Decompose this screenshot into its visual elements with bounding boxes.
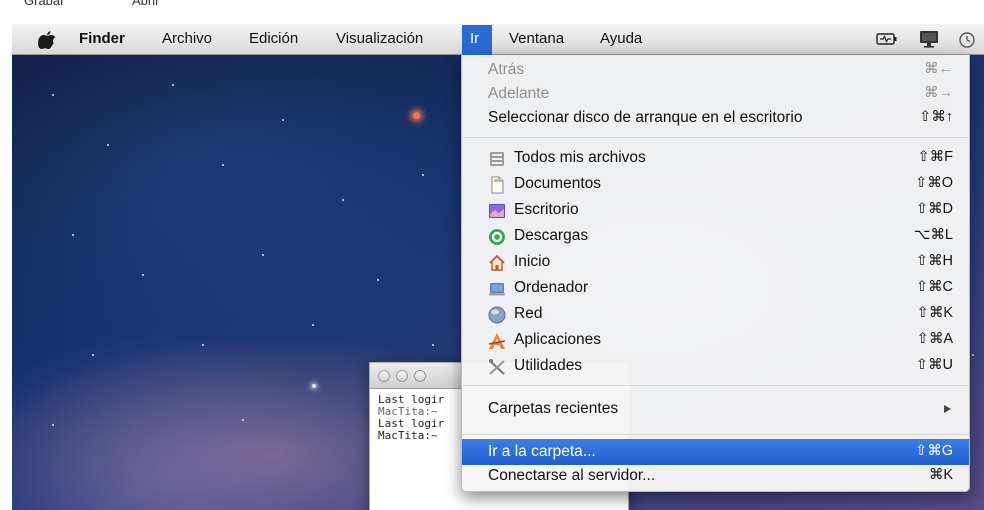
menu-item-shortcut: ⇧⌘K xyxy=(916,305,953,321)
menu-item-label: Utilidades xyxy=(514,357,583,374)
battery-icon[interactable] xyxy=(876,32,898,46)
menu-item-applications[interactable]: Aplicaciones ⇧⌘A xyxy=(462,327,969,353)
menu-item-shortcut: ⇧⌘O xyxy=(915,175,953,191)
menu-separator xyxy=(463,137,968,138)
menu-item-label: Conectarse al servidor... xyxy=(488,467,656,484)
menu-ayuda[interactable]: Ayuda xyxy=(600,30,642,47)
menu-item-shortcut: ⇧⌘F xyxy=(917,149,953,165)
utilities-icon xyxy=(489,359,505,375)
menu-item-documents[interactable]: Documentos ⇧⌘O xyxy=(462,171,969,197)
menu-item-label: Todos mis archivos xyxy=(514,149,646,166)
menu-item-shortcut: ⌘← xyxy=(924,61,953,77)
cropped-label-left: Grabar xyxy=(24,0,65,8)
menu-item-label: Ir a la carpeta... xyxy=(488,443,596,460)
all-files-icon xyxy=(490,152,504,166)
star xyxy=(262,254,264,256)
red-star xyxy=(413,112,420,119)
star xyxy=(72,234,74,236)
computer-icon xyxy=(489,283,505,296)
star xyxy=(242,419,244,421)
network-icon xyxy=(488,306,506,324)
menu-item-downloads[interactable]: Descargas ⌥⌘L xyxy=(462,223,969,249)
menu-item-shortcut: ⇧⌘A xyxy=(916,331,953,347)
menu-item-utilities[interactable]: Utilidades ⇧⌘U xyxy=(462,353,969,379)
menu-item-label: Escritorio xyxy=(514,201,579,218)
menu-item-shortcut: ⌥⌘L xyxy=(913,227,953,243)
zoom-button[interactable] xyxy=(414,370,426,382)
menu-item-shortcut: ⌘K xyxy=(928,467,953,483)
menu-item-label: Adelante xyxy=(488,85,550,102)
star xyxy=(202,344,204,346)
close-button[interactable] xyxy=(378,370,390,382)
menu-item-label: Red xyxy=(514,305,543,322)
menu-item-forward: Adelante ⌘→ xyxy=(462,81,969,107)
star xyxy=(312,324,314,326)
documents-icon xyxy=(491,176,504,194)
menu-item-shortcut: ⇧⌘U xyxy=(915,357,953,373)
apple-logo-icon[interactable] xyxy=(38,30,56,49)
cropped-top-strip: Grabar Abrir xyxy=(0,0,984,24)
star xyxy=(377,279,379,281)
menu-separator xyxy=(463,385,968,386)
display-icon[interactable] xyxy=(918,30,940,48)
menu-ventana[interactable]: Ventana xyxy=(509,30,564,47)
menu-bar: Finder Archivo Edición Visualización Ir … xyxy=(12,24,984,55)
menu-archivo[interactable]: Archivo xyxy=(162,30,212,47)
menu-item-label: Seleccionar disco de arranque en el escr… xyxy=(488,109,803,126)
star xyxy=(222,164,224,166)
star xyxy=(312,384,316,388)
menu-item-back: Atrás ⌘← xyxy=(462,57,969,83)
menu-item-label: Inicio xyxy=(514,253,551,270)
star xyxy=(972,354,974,356)
menu-item-shortcut: ⇧⌘H xyxy=(915,253,953,269)
menu-item-label: Carpetas recientes xyxy=(488,400,619,417)
desktop-icon xyxy=(489,204,505,218)
menu-separator xyxy=(463,434,968,435)
menu-finder[interactable]: Finder xyxy=(79,30,125,47)
menu-item-label: Ordenador xyxy=(514,279,589,296)
menu-visualizacion[interactable]: Visualización xyxy=(336,30,423,47)
menu-edicion[interactable]: Edición xyxy=(249,30,298,47)
menu-item-label: Atrás xyxy=(488,61,525,78)
menu-item-startup-disk[interactable]: Seleccionar disco de arranque en el escr… xyxy=(462,105,969,131)
star xyxy=(92,354,94,356)
menu-item-home[interactable]: Inicio ⇧⌘H xyxy=(462,249,969,275)
time-machine-icon[interactable] xyxy=(958,31,976,49)
go-menu: Atrás ⌘← Adelante ⌘→ Seleccionar disco d… xyxy=(461,55,970,492)
star xyxy=(342,199,344,201)
menu-item-all-files[interactable]: Todos mis archivos ⇧⌘F xyxy=(462,145,969,171)
star xyxy=(142,274,144,276)
menu-item-computer[interactable]: Ordenador ⇧⌘C xyxy=(462,275,969,301)
star xyxy=(52,424,54,426)
menu-item-shortcut: ⇧⌘D xyxy=(915,201,953,217)
menu-item-shortcut: ⇧⌘G xyxy=(915,443,953,459)
menu-item-label: Aplicaciones xyxy=(514,331,602,348)
minimize-button[interactable] xyxy=(396,370,408,382)
applications-icon xyxy=(488,333,506,349)
menu-item-connect-server[interactable]: Conectarse al servidor... ⌘K xyxy=(462,463,969,489)
menu-item-shortcut: ⇧⌘↑ xyxy=(919,109,953,125)
star xyxy=(172,84,174,86)
desktop-screen: Finder Archivo Edición Visualización Ir … xyxy=(12,24,984,510)
menu-item-network[interactable]: Red ⇧⌘K xyxy=(462,301,969,327)
menu-item-shortcut: ⌘→ xyxy=(924,85,953,101)
menu-item-recent-folders[interactable]: Carpetas recientes xyxy=(462,396,969,422)
menu-item-label: Documentos xyxy=(514,175,602,192)
star xyxy=(52,94,54,96)
menu-item-shortcut: ⇧⌘C xyxy=(915,279,953,295)
menu-ir[interactable]: Ir xyxy=(470,30,479,47)
star xyxy=(432,344,434,346)
menu-item-go-to-folder[interactable]: Ir a la carpeta... ⇧⌘G xyxy=(462,439,969,465)
menu-item-label: Descargas xyxy=(514,227,589,244)
home-icon xyxy=(489,254,505,271)
menu-ir-active[interactable]: Ir xyxy=(462,25,492,55)
star xyxy=(107,144,109,146)
submenu-arrow-icon xyxy=(944,405,951,413)
cropped-label-right: Abrir xyxy=(132,0,160,8)
star xyxy=(282,119,284,121)
menu-item-desktop[interactable]: Escritorio ⇧⌘D xyxy=(462,197,969,223)
downloads-icon xyxy=(489,229,505,245)
star xyxy=(422,174,424,176)
